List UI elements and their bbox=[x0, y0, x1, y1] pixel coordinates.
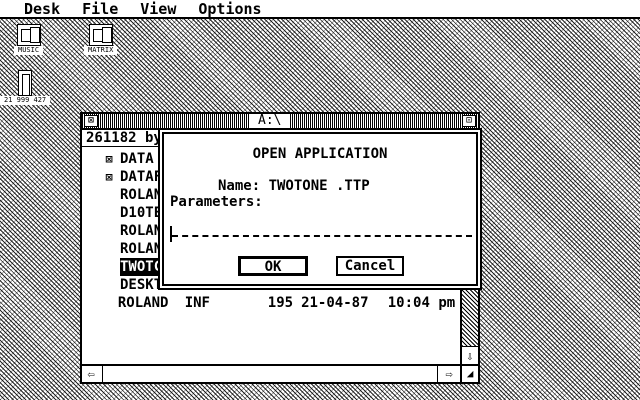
drawer-icon bbox=[16, 24, 41, 46]
drive-icon-music[interactable]: MUSIC bbox=[14, 24, 44, 55]
drive-icon-matrix[interactable]: MATRIX bbox=[84, 24, 118, 55]
parameters-field[interactable] bbox=[170, 226, 474, 242]
close-box-icon[interactable]: ⊠ bbox=[84, 115, 98, 127]
list-item[interactable]: ROLAND INF 195 21-04-87 10:04 pm bbox=[82, 294, 460, 312]
open-application-dialog: OPEN APPLICATION Name: TWOTONE .TTP Para… bbox=[158, 128, 482, 290]
file-icon bbox=[98, 186, 120, 204]
full-box-icon[interactable]: ⊡ bbox=[462, 115, 476, 127]
drawer-icon bbox=[88, 24, 113, 46]
file-ext: INF bbox=[184, 295, 210, 311]
file-date: 21-04-87 bbox=[301, 295, 369, 311]
file-icon bbox=[98, 258, 120, 276]
input-underline bbox=[172, 235, 472, 237]
file-icon bbox=[98, 276, 120, 294]
file-size: 195 bbox=[267, 295, 294, 311]
menu-bar: Desk File View Options bbox=[0, 0, 640, 19]
trash-caption: 21 999 427 bbox=[0, 96, 51, 105]
file-icon bbox=[98, 222, 120, 240]
folder-icon: ⊠ bbox=[105, 170, 113, 184]
cancel-button[interactable]: Cancel bbox=[336, 256, 404, 276]
icon-caption: MATRIX bbox=[84, 46, 118, 55]
application-name: Name: TWOTONE .TTP bbox=[218, 178, 370, 194]
parameters-label: Parameters: bbox=[170, 194, 263, 210]
menu-desk[interactable]: Desk bbox=[24, 0, 60, 18]
dialog-title: OPEN APPLICATION bbox=[252, 146, 388, 162]
file-icon bbox=[98, 204, 120, 222]
file-icon bbox=[98, 294, 118, 312]
text-cursor bbox=[170, 226, 172, 242]
trash-icon bbox=[18, 70, 33, 96]
horizontal-scrollbar[interactable]: ⇦ ⇨ bbox=[82, 364, 460, 382]
menu-file[interactable]: File bbox=[82, 0, 118, 18]
file-time: 10:04 pm bbox=[387, 295, 456, 311]
horizontal-scroll-track[interactable] bbox=[102, 366, 438, 382]
ok-button[interactable]: OK bbox=[238, 256, 308, 276]
scroll-down-icon[interactable]: ⇩ bbox=[462, 346, 478, 364]
window-title: A:\ bbox=[250, 114, 290, 128]
scroll-left-icon[interactable]: ⇦ bbox=[82, 366, 100, 382]
file-name: ROLAND bbox=[117, 295, 169, 311]
trash-icon-group[interactable]: 21 999 427 bbox=[0, 70, 51, 105]
icon-caption: MUSIC bbox=[14, 46, 44, 55]
scroll-right-icon[interactable]: ⇨ bbox=[440, 366, 458, 382]
menu-view[interactable]: View bbox=[140, 0, 176, 18]
file-icon bbox=[98, 240, 120, 258]
folder-icon: ⊠ bbox=[105, 152, 113, 166]
menu-options[interactable]: Options bbox=[198, 0, 261, 18]
resize-icon[interactable]: ◢ bbox=[460, 364, 478, 382]
